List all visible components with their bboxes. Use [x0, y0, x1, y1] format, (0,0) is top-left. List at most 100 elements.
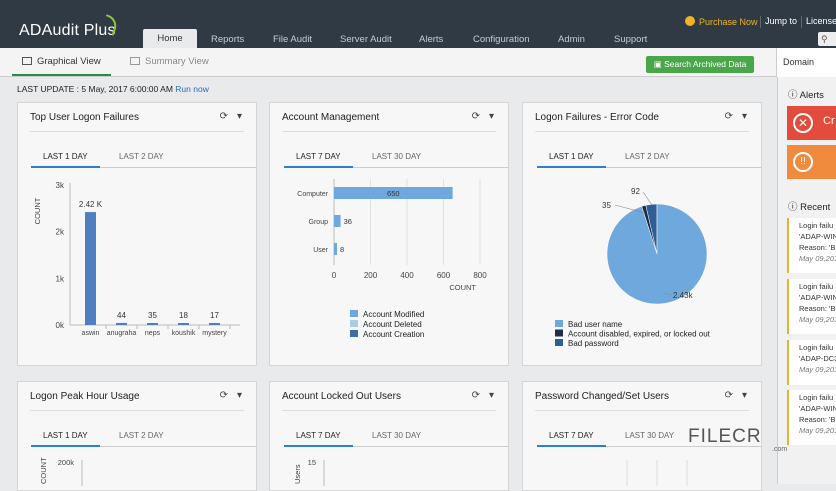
tab-last-1-day[interactable]: LAST 1 DAY [31, 428, 100, 447]
peak-hour-chart: COUNT 200k [39, 457, 83, 486]
critical-alert-box[interactable]: ✕ Cr [787, 106, 836, 140]
tab-last-30-day[interactable]: LAST 30 DAY [625, 428, 674, 444]
recent-heading: ⓘ Recent [788, 202, 831, 213]
tab-server-audit[interactable]: Server Audit [340, 34, 392, 45]
bar[interactable] [116, 322, 127, 325]
graphical-view-tab[interactable]: Graphical View [12, 48, 111, 76]
tab-last-2-day[interactable]: LAST 2 DAY [119, 149, 164, 165]
tab-alerts[interactable]: Alerts [419, 34, 443, 45]
legend-swatch [350, 330, 358, 337]
card-logon-failures-error-code: Logon Failures - Error Code ⟳ ▾ LAST 1 DA… [522, 102, 762, 366]
dropdown-icon[interactable]: ▾ [742, 111, 747, 122]
legend-swatch [555, 320, 563, 327]
legend-label: Bad password [568, 339, 619, 348]
recent-alert-item[interactable]: Login failu 'ADAP-WIN Reason: 'B May 09,201 [787, 390, 836, 445]
tab-last-1-day[interactable]: LAST 1 DAY [537, 149, 606, 168]
card-title: Account Management [282, 112, 380, 123]
legend-swatch [555, 339, 563, 346]
chart-icon [22, 57, 32, 65]
tab-last-7-day[interactable]: LAST 7 DAY [284, 428, 353, 447]
dropdown-icon[interactable]: ▾ [237, 111, 242, 122]
summary-view-tab[interactable]: Summary View [130, 48, 209, 76]
warning-alert-box[interactable]: !! [787, 145, 836, 179]
refresh-icon[interactable]: ⟳ [725, 111, 733, 122]
dropdown-icon[interactable]: ▾ [237, 390, 242, 401]
y-tick-label: 200k [58, 458, 75, 467]
tab-last-1-day[interactable]: LAST 1 DAY [31, 149, 100, 168]
tab-last-30-day[interactable]: LAST 30 DAY [372, 149, 421, 165]
bar[interactable] [147, 323, 158, 325]
alerts-heading: ⓘ Alerts [788, 90, 824, 101]
pie-slice[interactable] [606, 203, 708, 305]
tab-last-7-day[interactable]: LAST 7 DAY [537, 428, 606, 447]
dropdown-icon[interactable]: ▾ [742, 390, 747, 401]
tab-configuration[interactable]: Configuration [473, 34, 530, 45]
recent-alert-item[interactable]: Login failu 'ADAP-WIN Reason: 'B May 09,201 [787, 279, 836, 334]
refresh-icon[interactable]: ⟳ [472, 390, 480, 401]
x-tick-label: 800 [473, 271, 487, 280]
bar[interactable] [334, 243, 337, 255]
domain-selector[interactable]: Domain [776, 48, 836, 77]
card-logon-peak-hour-usage: Logon Peak Hour Usage ⟳ ▾ LAST 1 DAY LAST… [17, 381, 257, 491]
legend-label: Account Deleted [363, 320, 422, 329]
refresh-icon[interactable]: ⟳ [220, 111, 228, 122]
bar[interactable] [178, 323, 189, 325]
dropdown-icon[interactable]: ▾ [489, 111, 494, 122]
recent-alert-item[interactable]: Login failu 'ADAP-WIN Reason: 'B May 09,201 [787, 218, 836, 273]
purchase-now-link[interactable]: Purchase Now [685, 16, 758, 27]
x-tick-label: 0 [332, 271, 337, 280]
dropdown-icon[interactable]: ▾ [489, 390, 494, 401]
tab-last-2-day[interactable]: LAST 2 DAY [625, 149, 670, 165]
view-toolbar: Graphical View Summary View ▣ Search Arc… [0, 48, 776, 77]
card-top-user-logon-failures: Top User Logon Failures ⟳ ▾ LAST 1 DAY LA… [17, 102, 257, 366]
tab-home[interactable]: Home [143, 29, 197, 48]
x-tick-label: 400 [400, 271, 414, 280]
jump-to-link[interactable]: Jump to [765, 16, 797, 26]
tab-last-30-day[interactable]: LAST 30 DAY [372, 428, 421, 444]
run-now-link[interactable]: Run now [175, 84, 209, 94]
tab-reports[interactable]: Reports [211, 34, 244, 45]
y-tick-label: 2k [56, 228, 65, 237]
data-label: 2.42 K [79, 200, 103, 209]
watermark: FILECR .com [688, 426, 788, 453]
legend-label: Account Modified [363, 310, 424, 319]
data-label: 92 [631, 187, 640, 196]
data-label: 44 [117, 311, 126, 320]
card-account-management: Account Management ⟳ ▾ LAST 7 DAY LAST 30… [269, 102, 509, 366]
recent-alert-item[interactable]: Login failu 'ADAP-DC3 May 09,201 [787, 340, 836, 385]
data-label: 35 [602, 201, 611, 210]
license-link[interactable]: License [806, 16, 836, 26]
x-tick-label: anugraha [107, 330, 137, 337]
tab-file-audit[interactable]: File Audit [273, 34, 312, 45]
y-tick-label: Group [309, 219, 329, 226]
search-box[interactable]: ⚲ S [818, 32, 836, 58]
bar[interactable] [209, 323, 220, 325]
refresh-icon[interactable]: ⟳ [472, 111, 480, 122]
legend-label: Account disabled, expired, or locked out [568, 330, 711, 339]
bar[interactable] [85, 212, 96, 325]
y-axis-label: Users [293, 464, 302, 484]
leader-line [642, 191, 653, 206]
close-circle-icon: ✕ [793, 113, 813, 133]
cart-icon [685, 16, 695, 26]
tab-last-7-day[interactable]: LAST 7 DAY [284, 149, 353, 168]
x-tick-label: koushik [172, 330, 196, 337]
purchase-label: Purchase Now [699, 17, 758, 27]
tab-admin[interactable]: Admin [558, 34, 585, 45]
alerts-side-panel: ⓘ Alerts ✕ Cr !! ⓘ Recent Login failu 'AD… [777, 77, 836, 484]
app-logo[interactable]: ADAudit Plus [19, 14, 120, 40]
refresh-icon[interactable]: ⟳ [220, 390, 228, 401]
refresh-icon[interactable]: ⟳ [725, 390, 733, 401]
last-update-info: LAST UPDATE : 5 May, 2017 6:00:00 AM Run… [17, 84, 209, 94]
search-archived-data-button[interactable]: ▣ Search Archived Data [646, 56, 754, 73]
x-tick-label: neps [145, 330, 161, 337]
card-account-locked-out-users: Account Locked Out Users ⟳ ▾ LAST 7 DAY L… [269, 381, 509, 491]
legend-swatch [350, 310, 358, 317]
tab-last-2-day[interactable]: LAST 2 DAY [119, 428, 164, 444]
tab-support[interactable]: Support [614, 34, 647, 45]
data-label: 8 [340, 245, 344, 254]
bar[interactable] [334, 215, 341, 227]
y-tick-label: Computer [297, 191, 328, 198]
warning-icon: !! [793, 152, 813, 172]
data-label: 17 [210, 311, 219, 320]
